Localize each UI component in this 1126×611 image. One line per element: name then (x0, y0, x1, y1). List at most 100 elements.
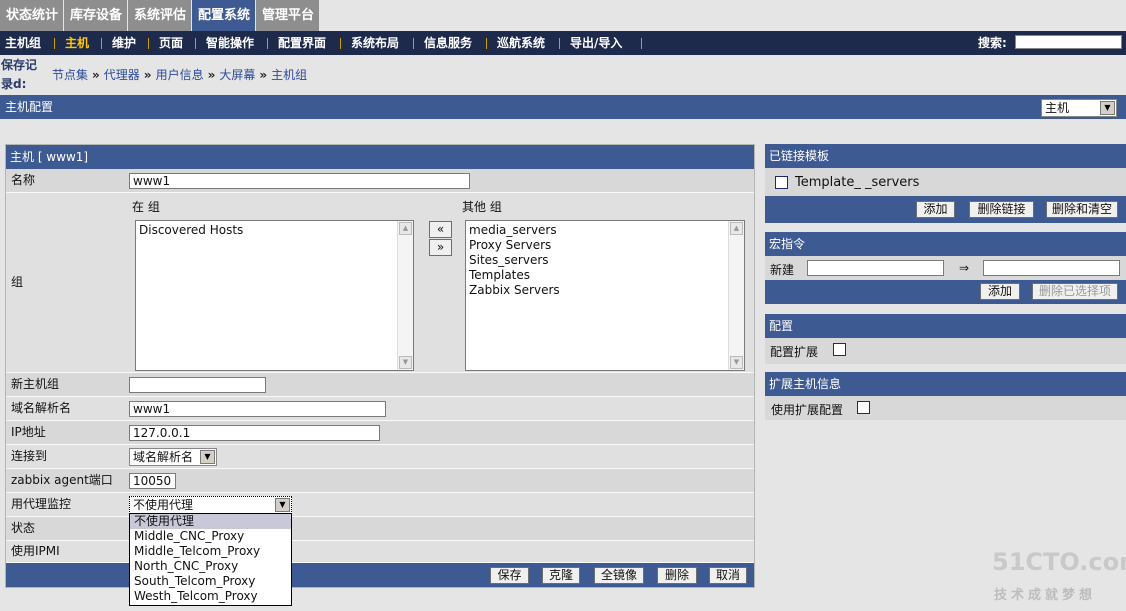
add-template-button[interactable]: 添加 (916, 201, 955, 218)
breadcrumb-item[interactable]: 大屏幕 (219, 68, 255, 82)
other-group-label: 其他 组 (462, 200, 502, 214)
scrollbar[interactable]: ▲ ▼ (397, 221, 413, 370)
ip-field[interactable]: 127.0.0.1 (129, 425, 380, 441)
proxy-select[interactable]: 不使用代理 ▼ (129, 496, 292, 514)
tab-administration[interactable]: 管理平台 (256, 0, 320, 31)
cancel-button[interactable]: 取消 (709, 567, 747, 584)
nav-separator (101, 38, 102, 49)
new-group-field[interactable] (129, 377, 266, 393)
connect-select[interactable]: 域名解析名 ▼ (129, 448, 217, 466)
linked-templates-panel: 已链接模板 Template_ _servers 添加 删除链接 删除和清空 (765, 144, 1126, 223)
nav-separator (195, 38, 196, 49)
nav-export-import[interactable]: 导出/导入 (570, 31, 622, 55)
name-row: 名称 www1 (6, 169, 754, 193)
nav-hosts[interactable]: 主机 (65, 31, 89, 55)
dropdown-option[interactable]: South_Telcom_Proxy (130, 574, 291, 589)
dns-field[interactable]: www1 (129, 401, 386, 417)
scroll-up-icon[interactable]: ▲ (399, 222, 412, 235)
form-footer: 保存 克隆 全镜像 删除 取消 (6, 563, 754, 587)
breadcrumb-item[interactable]: 用户信息 (156, 68, 204, 82)
name-field[interactable]: www1 (129, 173, 470, 189)
scroll-down-icon[interactable]: ▼ (399, 356, 412, 369)
nav-separator (148, 38, 149, 49)
nav-config-ui[interactable]: 配置界面 (278, 31, 326, 55)
tab-configuration[interactable]: 配置系统 (192, 0, 256, 31)
delete-selected-button[interactable]: 删除已选择项 (1032, 283, 1118, 300)
dropdown-option[interactable]: 不使用代理 (130, 514, 291, 529)
search-label: 搜索: (978, 36, 1007, 50)
full-clone-button[interactable]: 全镜像 (594, 567, 644, 584)
dropdown-option[interactable]: North_CNC_Proxy (130, 559, 291, 574)
save-button[interactable]: 保存 (490, 567, 529, 584)
macro-name-field[interactable] (807, 260, 944, 276)
nav-separator (559, 38, 560, 49)
config-title: 配置 (765, 314, 1126, 338)
ip-row: IP地址 127.0.0.1 (6, 421, 754, 445)
sub-nav-bar: 主机组 主机 维护 页面 智能操作 配置界面 系统布局 信息服务 巡航系统 导出… (0, 31, 1126, 55)
chevron-down-icon[interactable]: ▼ (1100, 101, 1115, 115)
list-item[interactable]: Proxy Servers (469, 238, 741, 253)
tab-inventory[interactable]: 库存设备 (64, 0, 128, 31)
nav-layout[interactable]: 系统布局 (351, 31, 399, 55)
list-item[interactable]: media_servers (469, 223, 741, 238)
breadcrumb-item[interactable]: 代理器 (104, 68, 140, 82)
host-config-bar: 主机配置 主机 ▼ (0, 95, 1126, 119)
ip-label: IP地址 (11, 425, 46, 439)
chevron-down-icon[interactable]: ▼ (275, 498, 290, 512)
breadcrumb-item[interactable]: 主机组 (271, 68, 307, 82)
unlink-clear-button[interactable]: 删除和清空 (1046, 201, 1118, 218)
add-macro-button[interactable]: 添加 (980, 283, 1020, 300)
linked-templates-title: 已链接模板 (765, 144, 1126, 168)
connect-label: 连接到 (11, 449, 48, 463)
other-groups-list[interactable]: media_servers Proxy Servers Sites_server… (465, 220, 745, 371)
scroll-up-icon[interactable]: ▲ (730, 222, 743, 235)
breadcrumb-arrow-icon: » (92, 68, 100, 82)
nav-discovery[interactable]: 巡航系统 (497, 31, 545, 55)
nav-info-services[interactable]: 信息服务 (424, 31, 472, 55)
nav-actions[interactable]: 智能操作 (206, 31, 254, 55)
nav-separator (413, 38, 414, 49)
view-select[interactable]: 主机 ▼ (1041, 99, 1117, 117)
breadcrumb-item[interactable]: 节点集 (52, 68, 88, 82)
chevron-down-icon[interactable]: ▼ (200, 450, 215, 464)
proxy-dropdown-list[interactable]: 不使用代理 Middle_CNC_Proxy Middle_Telcom_Pro… (129, 513, 292, 606)
move-left-button[interactable]: « (429, 221, 452, 238)
dropdown-option[interactable]: Westh_Telcom_Proxy (130, 589, 291, 604)
delete-button[interactable]: 删除 (657, 567, 697, 584)
dropdown-option[interactable]: Middle_CNC_Proxy (130, 529, 291, 544)
scrollbar[interactable]: ▲ ▼ (728, 221, 744, 370)
group-label: 组 (11, 275, 24, 289)
breadcrumb-arrow-icon: » (259, 68, 268, 82)
nav-pages[interactable]: 页面 (159, 31, 183, 55)
new-group-label: 新主机组 (11, 377, 60, 391)
host-form: 主机 [ www1] 名称 www1 组 在 组 其他 组 Discovered… (5, 144, 755, 588)
tab-status-stats[interactable]: 状态统计 (0, 0, 64, 31)
clone-button[interactable]: 克隆 (542, 567, 580, 584)
list-item[interactable]: Discovered Hosts (139, 223, 410, 238)
dns-row: 域名解析名 www1 (6, 397, 754, 421)
macro-value-field[interactable] (983, 260, 1120, 276)
nav-maintenance[interactable]: 维护 (112, 31, 136, 55)
ext-host-info-panel: 扩展主机信息 使用扩展配置 (765, 372, 1126, 420)
list-item[interactable]: Zabbix Servers (469, 283, 741, 298)
search-input[interactable] (1015, 35, 1122, 49)
ext-host-info-title: 扩展主机信息 (765, 372, 1126, 396)
proxy-select-value: 不使用代理 (133, 498, 194, 512)
name-label: 名称 (11, 173, 36, 187)
list-item[interactable]: Sites_servers (469, 253, 741, 268)
move-right-button[interactable]: » (429, 239, 452, 256)
list-item[interactable]: Templates (469, 268, 741, 283)
dropdown-option[interactable]: Middle_Telcom_Proxy (130, 544, 291, 559)
unlink-button[interactable]: 删除链接 (969, 201, 1034, 218)
status-label: 状态 (11, 521, 36, 535)
template-checkbox[interactable] (775, 176, 788, 189)
top-tab-bar: 状态统计 库存设备 系统评估 配置系统 管理平台 (0, 0, 1126, 31)
nav-host-groups[interactable]: 主机组 (5, 31, 41, 55)
in-groups-list[interactable]: Discovered Hosts ▲ ▼ (135, 220, 414, 371)
scroll-down-icon[interactable]: ▼ (730, 356, 743, 369)
dns-label: 域名解析名 (11, 401, 72, 415)
tab-evaluation[interactable]: 系统评估 (128, 0, 192, 31)
port-field[interactable]: 10050 (129, 473, 176, 489)
config-ext-checkbox[interactable] (833, 343, 846, 356)
use-ext-checkbox[interactable] (857, 401, 870, 414)
